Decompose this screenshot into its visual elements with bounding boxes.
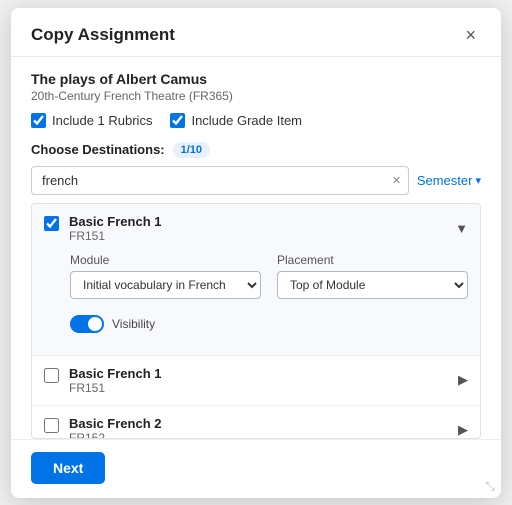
- search-clear-button[interactable]: ×: [392, 173, 401, 188]
- search-input-wrap: ×: [31, 166, 409, 195]
- list-item: Basic French 2 FR152 ▶: [32, 406, 480, 439]
- list-item: Basic French 1 FR151 ▶: [32, 356, 480, 406]
- choose-dest-label: Choose Destinations:: [31, 142, 165, 157]
- expand-arrow-icon-2[interactable]: ▶: [458, 422, 468, 438]
- visibility-row: Visibility: [70, 309, 468, 343]
- module-select[interactable]: Initial vocabulary in French Module 2 Mo…: [70, 271, 261, 299]
- dest-badge: 1/10: [173, 142, 210, 158]
- grade-checkbox[interactable]: [170, 113, 185, 128]
- item-info-2: Basic French 2 FR152: [69, 416, 458, 439]
- collapse-arrow-icon-0[interactable]: ▼: [455, 221, 468, 236]
- modal-footer: Next: [11, 439, 501, 498]
- module-label: Module: [70, 253, 261, 267]
- rubrics-checkbox[interactable]: [31, 113, 46, 128]
- item-code-1: FR151: [69, 381, 458, 395]
- search-row: × Semester ▾: [31, 166, 481, 195]
- item-info-0: Basic French 1 FR151: [69, 214, 455, 243]
- item-code-0: FR151: [69, 229, 455, 243]
- semester-chevron-icon: ▾: [475, 174, 481, 187]
- visibility-label: Visibility: [112, 317, 155, 331]
- grade-label: Include Grade Item: [191, 113, 302, 128]
- module-group: Module Initial vocabulary in French Modu…: [70, 253, 261, 299]
- toggle-slider: [70, 315, 104, 333]
- item-name-2: Basic French 2: [69, 416, 458, 431]
- placement-label: Placement: [277, 253, 468, 267]
- item-name-0: Basic French 1: [69, 214, 455, 229]
- choose-dest-row: Choose Destinations: 1/10: [31, 142, 481, 158]
- list-item-main: Basic French 1 FR151 ▼: [44, 214, 468, 243]
- item-name-1: Basic French 1: [69, 366, 458, 381]
- assignment-subtitle: 20th-Century French Theatre (FR365): [31, 89, 481, 103]
- item-checkbox-2[interactable]: [44, 418, 59, 433]
- checkboxes-row: Include 1 Rubrics Include Grade Item: [31, 113, 481, 128]
- assignment-title: The plays of Albert Camus: [31, 71, 481, 87]
- close-button[interactable]: ×: [460, 24, 481, 46]
- search-input[interactable]: [31, 166, 409, 195]
- rubrics-label: Include 1 Rubrics: [52, 113, 152, 128]
- course-list: Basic French 1 FR151 ▼ Module Initial vo…: [31, 203, 481, 439]
- placement-group: Placement Top of Module Bottom of Module: [277, 253, 468, 299]
- expanded-content-0: Module Initial vocabulary in French Modu…: [44, 243, 468, 355]
- modal-title: Copy Assignment: [31, 25, 175, 45]
- item-checkbox-1[interactable]: [44, 368, 59, 383]
- visibility-toggle[interactable]: [70, 315, 104, 333]
- item-checkbox-0[interactable]: [44, 216, 59, 231]
- item-info-1: Basic French 1 FR151: [69, 366, 458, 395]
- expand-arrow-icon-1[interactable]: ▶: [458, 372, 468, 388]
- placement-select[interactable]: Top of Module Bottom of Module: [277, 271, 468, 299]
- copy-assignment-modal: Copy Assignment × The plays of Albert Ca…: [11, 8, 501, 498]
- modal-header: Copy Assignment ×: [11, 8, 501, 57]
- next-button[interactable]: Next: [31, 452, 105, 484]
- item-code-2: FR152: [69, 431, 458, 439]
- resize-handle-icon: ⤡: [485, 479, 495, 494]
- grade-checkbox-label[interactable]: Include Grade Item: [170, 113, 302, 128]
- semester-button[interactable]: Semester ▾: [417, 173, 481, 188]
- form-row: Module Initial vocabulary in French Modu…: [70, 253, 468, 299]
- list-item: Basic French 1 FR151 ▼ Module Initial vo…: [32, 204, 480, 356]
- modal-overlay: Copy Assignment × The plays of Albert Ca…: [0, 0, 512, 505]
- semester-label: Semester: [417, 173, 473, 188]
- rubrics-checkbox-label[interactable]: Include 1 Rubrics: [31, 113, 152, 128]
- modal-body: The plays of Albert Camus 20th-Century F…: [11, 57, 501, 439]
